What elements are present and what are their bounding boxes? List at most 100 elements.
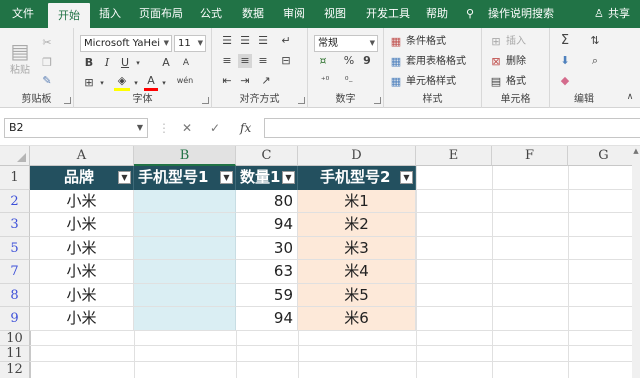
table-cell[interactable]: 小米 (30, 307, 134, 331)
clear-icon[interactable]: ◆ (558, 74, 572, 88)
row-header[interactable]: 8 (0, 284, 30, 307)
find-select-icon[interactable]: ⌕ (586, 54, 604, 68)
cell-styles-button[interactable]: 单元格样式 (406, 75, 456, 89)
filter-dropdown-icon[interactable]: ▼ (282, 171, 295, 184)
alignment-launcher-icon[interactable] (298, 97, 305, 104)
cancel-icon[interactable]: ✕ (182, 120, 192, 136)
format-as-table-button[interactable]: 套用表格格式 (406, 55, 466, 69)
table-cell[interactable]: 小米 (30, 284, 134, 307)
column-header-g[interactable]: G (568, 146, 640, 166)
collapse-ribbon-icon[interactable]: ∧ (624, 90, 636, 104)
align-right-icon[interactable]: ≡ (256, 54, 270, 68)
align-top-icon[interactable]: ☰ (220, 34, 234, 48)
table-cell[interactable]: 米6 (298, 307, 416, 331)
table-cell-selected[interactable] (134, 237, 236, 260)
table-cell-selected[interactable] (134, 260, 236, 284)
tab-data[interactable]: 数据 (236, 0, 270, 28)
borders-icon[interactable]: ⊞ (82, 76, 96, 90)
scroll-up-icon[interactable]: ▲ (632, 146, 640, 156)
table-cell[interactable]: 94 (236, 307, 298, 331)
comma-style-button[interactable]: 9 (360, 54, 374, 68)
align-bottom-icon[interactable]: ☰ (256, 34, 270, 48)
enter-icon[interactable]: ✓ (210, 120, 220, 136)
underline-button[interactable]: U (118, 56, 132, 70)
clipboard-launcher-icon[interactable] (64, 97, 71, 104)
increase-indent-icon[interactable]: ⇥ (238, 74, 252, 88)
column-header-b[interactable]: B (134, 146, 236, 166)
font-color-button[interactable]: A (144, 74, 158, 91)
name-box[interactable]: B2 ▼ (4, 118, 148, 138)
column-header-e[interactable]: E (416, 146, 492, 166)
filter-dropdown-icon[interactable]: ▼ (220, 171, 233, 184)
decrease-indent-icon[interactable]: ⇤ (220, 74, 234, 88)
table-cell[interactable]: 30 (236, 237, 298, 260)
wrap-text-icon[interactable]: ↵ (278, 34, 294, 48)
chevron-down-icon[interactable]: ▾ (134, 56, 142, 70)
tab-review[interactable]: 审阅 (277, 0, 311, 28)
italic-button[interactable]: I (100, 56, 114, 70)
row-header[interactable]: 5 (0, 237, 30, 260)
table-cell[interactable]: 63 (236, 260, 298, 284)
table-cell[interactable]: 米5 (298, 284, 416, 307)
row-header[interactable]: 1 (0, 166, 30, 190)
table-cell[interactable]: 米2 (298, 213, 416, 237)
delete-cells-button[interactable]: 删除 (506, 55, 526, 69)
table-cell[interactable]: 米3 (298, 237, 416, 260)
align-middle-icon[interactable]: ☰ (238, 34, 252, 48)
row-header[interactable]: 11 (0, 346, 30, 362)
bold-button[interactable]: B (82, 56, 96, 70)
decrease-decimal-icon[interactable]: ⁰₋ (340, 74, 358, 88)
font-launcher-icon[interactable] (202, 97, 209, 104)
table-cell-selected[interactable] (134, 284, 236, 307)
table-cell[interactable]: 米4 (298, 260, 416, 284)
row-header[interactable]: 10 (0, 331, 30, 346)
align-left-icon[interactable]: ≡ (220, 54, 234, 68)
tab-page-layout[interactable]: 页面布局 (133, 0, 189, 28)
column-header-c[interactable]: C (236, 146, 298, 166)
filter-active-icon[interactable]: ▼ (118, 171, 131, 184)
tab-file[interactable]: 文件 (6, 0, 40, 28)
currency-icon[interactable]: ¤ (314, 54, 332, 68)
table-header-cell[interactable]: 品牌 ▼ (30, 166, 134, 190)
column-header-f[interactable]: F (492, 146, 568, 166)
font-size-combo[interactable]: 11 ▼ (174, 35, 206, 52)
insert-function-icon[interactable]: fx (240, 120, 251, 136)
orientation-icon[interactable]: ↗ (258, 74, 274, 88)
font-name-combo[interactable]: Microsoft YaHei ▼ (80, 35, 172, 52)
filter-dropdown-icon[interactable]: ▼ (400, 171, 413, 184)
conditional-format-button[interactable]: 条件格式 (406, 35, 446, 49)
format-painter-icon[interactable]: ✎ (40, 74, 54, 88)
select-all-button[interactable] (0, 146, 30, 166)
chevron-down-icon[interactable]: ▾ (160, 76, 168, 90)
number-format-combo[interactable]: 常规 ▼ (314, 35, 378, 52)
sort-filter-icon[interactable]: ⇅ (586, 34, 604, 48)
merge-center-icon[interactable]: ⊟ (278, 54, 294, 68)
row-header[interactable]: 7 (0, 260, 30, 284)
tab-view[interactable]: 视图 (318, 0, 352, 28)
autosum-icon[interactable]: Σ (558, 34, 572, 48)
table-cell-selected[interactable] (134, 307, 236, 331)
table-cell[interactable]: 米1 (298, 190, 416, 213)
table-cell-selected[interactable] (134, 213, 236, 237)
column-header-d[interactable]: D (298, 146, 416, 166)
tab-insert[interactable]: 插入 (93, 0, 127, 28)
insert-cells-button[interactable]: 插入 (506, 35, 526, 49)
paste-icon[interactable]: ▤ (10, 40, 30, 62)
table-cell[interactable]: 小米 (30, 237, 134, 260)
align-center-icon[interactable]: ≡ (238, 54, 252, 68)
percent-button[interactable]: % (342, 54, 356, 68)
table-cell[interactable]: 94 (236, 213, 298, 237)
table-cell[interactable]: 80 (236, 190, 298, 213)
format-cells-button[interactable]: 格式 (506, 75, 526, 89)
row-header[interactable]: 2 (0, 190, 30, 213)
vertical-scrollbar[interactable]: ▲ (632, 146, 640, 378)
table-cell[interactable]: 小米 (30, 213, 134, 237)
font-shrink-button[interactable]: A (178, 56, 194, 70)
increase-decimal-icon[interactable]: ⁺⁰ (316, 74, 334, 88)
tell-me-search[interactable]: 操作说明搜索 (488, 0, 554, 28)
table-header-cell[interactable]: 手机型号1 ▼ (134, 166, 236, 190)
share-button[interactable]: 共享 (608, 0, 630, 28)
table-header-cell[interactable]: 手机型号2 ▼ (298, 166, 416, 190)
chevron-down-icon[interactable]: ▾ (132, 76, 140, 90)
formula-input[interactable] (264, 118, 640, 138)
